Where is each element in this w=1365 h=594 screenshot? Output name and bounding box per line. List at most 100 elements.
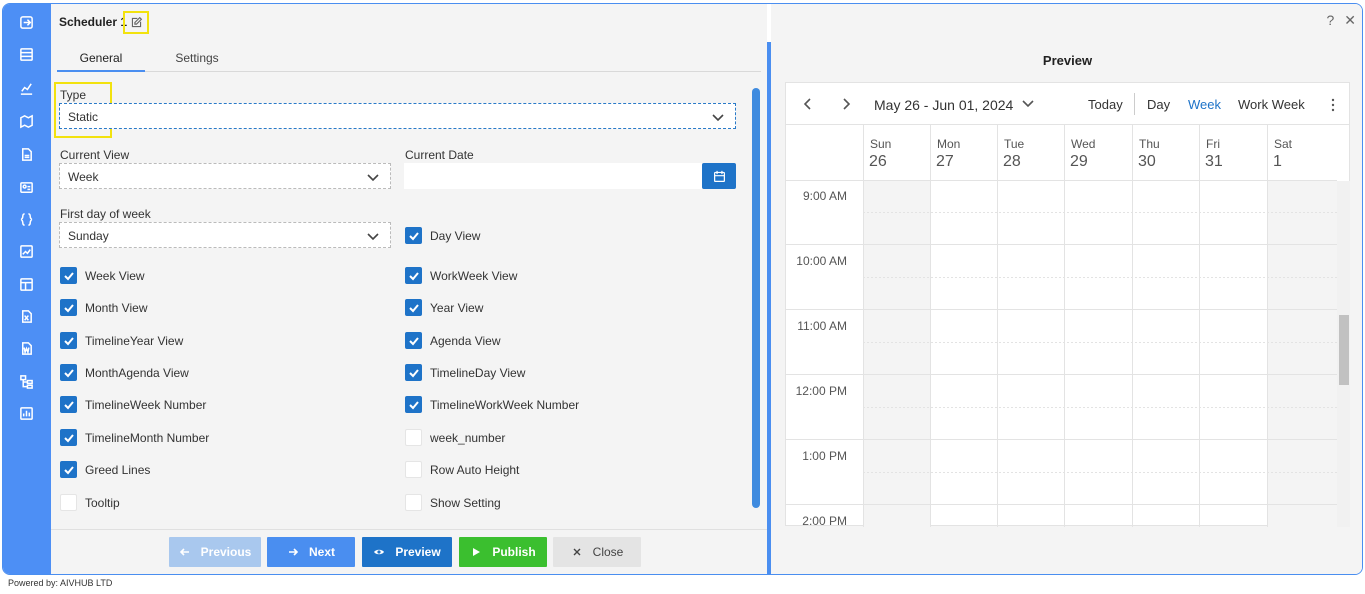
show-setting-checkbox[interactable]: Show Setting [405, 494, 501, 511]
calendar-button[interactable] [702, 163, 736, 189]
day-header-thu[interactable]: Thu 30 [1132, 125, 1199, 181]
check-icon [63, 336, 74, 345]
date-range-button[interactable]: May 26 - Jun 01, 2024 [874, 97, 1013, 113]
window-title: Scheduler 1 [59, 15, 128, 29]
current-view-label: Current View [60, 148, 130, 162]
tab-settings[interactable]: Settings [153, 48, 241, 72]
day-header-wed[interactable]: Wed 29 [1064, 125, 1132, 181]
tab-bar: General Settings [57, 48, 761, 72]
view-week-button[interactable]: Week [1188, 97, 1221, 112]
today-button[interactable]: Today [1088, 97, 1123, 112]
workweek-view-checkbox[interactable]: WorkWeek View [405, 267, 517, 284]
layout-icon[interactable] [15, 274, 37, 294]
chevron-right-icon[interactable] [840, 97, 852, 111]
day-header-sun[interactable]: Sun 26 [863, 125, 930, 181]
type-label: Type [60, 88, 87, 102]
current-date-label: Current Date [405, 148, 474, 162]
check-icon [408, 271, 419, 280]
monthagenda-view-checkbox[interactable]: MonthAgenda View [60, 364, 189, 381]
hierarchy-icon[interactable] [15, 371, 37, 391]
time-grid-lines [786, 181, 1337, 527]
chart-icon[interactable] [15, 78, 37, 98]
current-view-select[interactable]: Week [59, 163, 391, 189]
view-work-week-button[interactable]: Work Week [1238, 97, 1305, 112]
check-icon [408, 303, 419, 312]
check-icon [63, 465, 74, 474]
next-button[interactable]: Next [267, 537, 355, 567]
day-header-tue[interactable]: Tue 28 [997, 125, 1064, 181]
first-day-label: First day of week [60, 207, 151, 221]
eye-icon [374, 549, 385, 555]
current-date-input[interactable] [404, 163, 702, 189]
chevron-down-icon [366, 170, 380, 184]
chevron-left-icon[interactable] [802, 97, 814, 111]
window-actions: ? ✕ [1326, 12, 1356, 29]
week-view-checkbox[interactable]: Week View [60, 267, 145, 284]
help-icon[interactable]: ? [1326, 12, 1334, 29]
tooltip-checkbox[interactable]: Tooltip [60, 494, 120, 511]
check-icon [63, 433, 74, 442]
day-header-row: Sun 26 Mon 27 Tue 28 Wed 29 Thu 30 Fri 31 Sat 1 [786, 125, 1337, 181]
scheduler: May 26 - Jun 01, 2024 Today Day Week Wor… [785, 82, 1350, 527]
check-icon [408, 231, 419, 240]
preview-button[interactable]: Preview [362, 537, 452, 567]
day-view-checkbox[interactable]: Day View [405, 227, 480, 244]
time-label-9am: 9:00 AM [802, 189, 847, 203]
tab-general[interactable]: General [57, 48, 145, 72]
chevron-down-icon [366, 229, 380, 243]
scheduler-toolbar: May 26 - Jun 01, 2024 Today Day Week Wor… [786, 83, 1349, 125]
calendar-icon [713, 170, 725, 182]
timelineweek-number-checkbox[interactable]: TimelineWeek Number [60, 396, 206, 413]
preview-title: Preview [1042, 53, 1093, 68]
powered-by: Powered by: AIVHUB LTD [8, 578, 113, 588]
more-vertical-icon[interactable] [1330, 97, 1336, 113]
close-icon [573, 548, 581, 556]
sign-in-icon[interactable] [15, 12, 37, 32]
edit-title-icon[interactable] [123, 11, 149, 34]
chevron-down-icon[interactable] [1022, 99, 1034, 109]
analytics-icon[interactable] [15, 403, 37, 423]
close-button[interactable]: Close [553, 537, 641, 567]
view-day-button[interactable]: Day [1147, 97, 1170, 112]
check-icon [408, 336, 419, 345]
time-label-10am: 10:00 AM [796, 254, 847, 268]
time-grid[interactable]: 9:00 AM 10:00 AM 11:00 AM 12:00 PM 1:00 … [786, 181, 1337, 527]
code-braces-icon[interactable] [15, 209, 37, 229]
grid-scrollbar[interactable] [1337, 181, 1350, 527]
list-icon[interactable] [15, 44, 37, 64]
type-select[interactable]: Static [59, 103, 736, 129]
timelineyear-view-checkbox[interactable]: TimelineYear View [60, 332, 183, 349]
arrow-right-icon [288, 548, 299, 556]
previous-button[interactable]: Previous [169, 537, 261, 567]
word-file-icon[interactable] [15, 338, 37, 358]
first-day-select[interactable]: Sunday [59, 222, 391, 248]
map-icon[interactable] [15, 111, 37, 131]
timelineworkweek-number-checkbox[interactable]: TimelineWorkWeek Number [405, 396, 579, 413]
month-view-checkbox[interactable]: Month View [60, 299, 147, 316]
arrow-left-icon [179, 548, 189, 556]
form-scrollbar[interactable] [752, 88, 760, 508]
day-header-sat[interactable]: Sat 1 [1267, 125, 1335, 181]
toolbar-divider [1134, 93, 1135, 115]
agenda-view-checkbox[interactable]: Agenda View [405, 332, 501, 349]
time-label-12pm: 12:00 PM [795, 384, 847, 398]
check-icon [63, 303, 74, 312]
check-icon [63, 271, 74, 280]
week-number-checkbox[interactable]: week_number [405, 429, 505, 446]
image-chart-icon[interactable] [15, 241, 37, 261]
day-header-mon[interactable]: Mon 27 [930, 125, 997, 181]
year-view-checkbox[interactable]: Year View [405, 299, 483, 316]
row-auto-height-checkbox[interactable]: Row Auto Height [405, 461, 519, 478]
timelineday-view-checkbox[interactable]: TimelineDay View [405, 364, 525, 381]
day-header-fri[interactable]: Fri 31 [1199, 125, 1267, 181]
publish-button[interactable]: Publish [459, 537, 547, 567]
close-window-icon[interactable]: ✕ [1344, 12, 1356, 29]
greed-lines-checkbox[interactable]: Greed Lines [60, 461, 150, 478]
grid-scrollbar-thumb[interactable] [1339, 315, 1349, 385]
document-icon[interactable] [15, 144, 37, 164]
icon-rail [3, 4, 51, 574]
id-card-icon[interactable] [15, 177, 37, 197]
timelinemonth-number-checkbox[interactable]: TimelineMonth Number [60, 429, 209, 446]
time-label-2pm: 2:00 PM [802, 514, 847, 527]
excel-file-icon[interactable] [15, 306, 37, 326]
